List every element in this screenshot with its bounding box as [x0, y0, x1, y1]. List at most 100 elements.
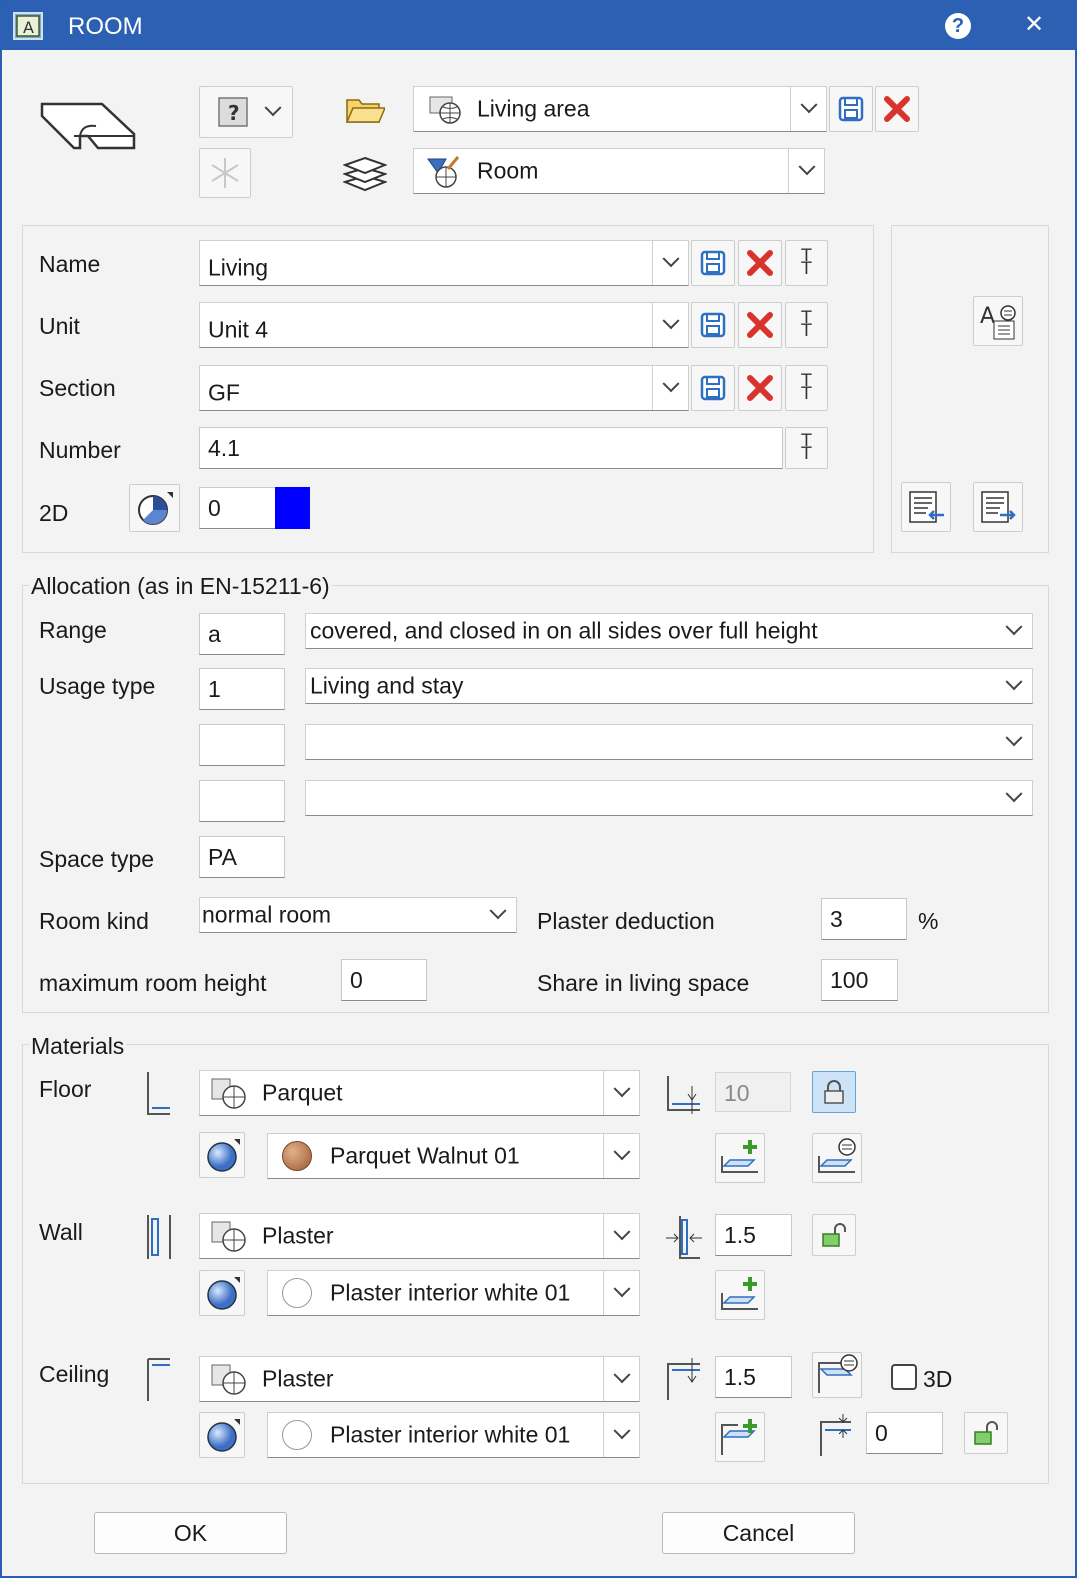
chevron-down-icon[interactable] — [996, 614, 1032, 648]
import-text-button[interactable] — [901, 482, 951, 532]
chevron-down-icon[interactable] — [652, 366, 688, 410]
chevron-down-icon[interactable] — [603, 1413, 639, 1457]
add-layer-icon — [721, 1140, 758, 1173]
threed-checkbox[interactable] — [891, 1364, 917, 1390]
save-unit-button[interactable] — [691, 302, 735, 348]
white-swatch-icon — [282, 1278, 312, 1308]
chevron-down-icon[interactable] — [790, 87, 826, 131]
save-section-button[interactable] — [691, 365, 735, 411]
help-icon[interactable]: ? — [945, 13, 971, 39]
wall-material-combo[interactable]: Plaster — [199, 1213, 640, 1259]
chevron-down-icon[interactable] — [603, 1214, 639, 1258]
ceiling-surface-settings-button[interactable] — [812, 1352, 862, 1398]
svg-text:A: A — [980, 304, 995, 329]
save-name-button[interactable] — [691, 240, 735, 286]
chevron-down-icon[interactable] — [603, 1071, 639, 1115]
help-dropdown-button[interactable]: ? — [199, 86, 293, 138]
globe-material-icon — [211, 1078, 246, 1109]
number-text-style-button[interactable]: TT — [785, 427, 828, 469]
floor-surface-settings-button[interactable] — [812, 1133, 862, 1183]
floor-add-surface-button[interactable] — [715, 1133, 765, 1183]
delete-style-button[interactable] — [875, 86, 919, 132]
wall-lock-button[interactable] — [812, 1214, 856, 1256]
floor-surface-button[interactable] — [199, 1132, 245, 1178]
close-icon[interactable]: ✕ — [1020, 11, 1048, 39]
unit-text-style-button[interactable]: TT — [785, 302, 828, 348]
chevron-down-icon[interactable] — [603, 1271, 639, 1315]
ok-button[interactable]: OK — [94, 1512, 287, 1554]
red-x-icon — [747, 375, 773, 401]
range-value: covered, and closed in on all sides over… — [310, 617, 818, 644]
floor-lock-button[interactable] — [812, 1071, 856, 1113]
wall-surface-combo[interactable]: Plaster interior white 01 — [267, 1270, 640, 1316]
twod-input[interactable]: 0 — [199, 487, 277, 529]
number-input[interactable]: 4.1 — [199, 427, 783, 469]
unit-label: Unit — [39, 313, 80, 339]
usage3-code-input[interactable] — [199, 780, 285, 822]
wall-thickness-input[interactable]: 1.5 — [715, 1214, 792, 1256]
ceiling-material-combo[interactable]: Plaster — [199, 1356, 640, 1402]
cancel-button[interactable]: Cancel — [662, 1512, 855, 1554]
chevron-down-icon[interactable] — [996, 781, 1032, 815]
range-combo[interactable]: covered, and closed in on all sides over… — [305, 613, 1033, 649]
share-living-label: Share in living space — [537, 970, 750, 996]
usage3-combo[interactable] — [305, 780, 1033, 816]
wall-surface-button[interactable] — [199, 1270, 245, 1316]
layers-icon[interactable] — [341, 152, 389, 198]
room-kind-combo[interactable]: normal room — [199, 897, 517, 933]
usage2-code-input[interactable] — [199, 724, 285, 766]
floor-surface-combo[interactable]: Parquet Walnut 01 — [267, 1133, 640, 1179]
name-text-style-button[interactable]: TT — [785, 240, 828, 286]
ceiling-side-icon — [147, 1358, 170, 1401]
ceiling-lock-button[interactable] — [964, 1412, 1008, 1454]
twod-color-swatch[interactable] — [275, 487, 310, 529]
name-combo[interactable]: Living — [199, 240, 689, 286]
folder-icon[interactable] — [345, 94, 387, 132]
layer-combo[interactable]: Room — [413, 148, 825, 194]
usage2-combo[interactable] — [305, 724, 1033, 760]
usage-code-input[interactable]: 1 — [199, 668, 285, 710]
sphere-surface-icon — [207, 1139, 240, 1172]
globe-material-icon — [211, 1364, 246, 1395]
unit-combo[interactable]: Unit 4 — [199, 302, 689, 348]
red-x-icon — [747, 250, 773, 276]
share-living-input[interactable]: 100 — [821, 959, 898, 1001]
text-parameters-button[interactable]: A — [973, 296, 1023, 346]
usage-combo[interactable]: Living and stay — [305, 668, 1033, 704]
usage-value: Living and stay — [310, 672, 464, 699]
delete-unit-button[interactable] — [738, 302, 782, 348]
chevron-down-icon[interactable] — [788, 149, 824, 193]
chevron-down-icon[interactable] — [603, 1134, 639, 1178]
style-combo[interactable]: Living area — [413, 86, 827, 132]
chevron-down-icon[interactable] — [996, 725, 1032, 759]
save-style-button[interactable] — [829, 86, 873, 132]
chevron-down-icon[interactable] — [480, 898, 516, 932]
plaster-deduction-input[interactable]: 3 — [821, 898, 907, 940]
delete-section-button[interactable] — [738, 365, 782, 411]
wall-add-surface-button[interactable] — [715, 1270, 765, 1320]
range-code-input[interactable]: a — [199, 613, 285, 655]
export-text-button[interactable] — [973, 482, 1023, 532]
floor-material-combo[interactable]: Parquet — [199, 1070, 640, 1116]
chevron-down-icon[interactable] — [652, 241, 688, 285]
floor-label: Floor — [39, 1076, 92, 1102]
ceiling-surface-combo[interactable]: Plaster interior white 01 — [267, 1412, 640, 1458]
section-text-style-button[interactable]: TT — [785, 365, 828, 411]
space-type-input[interactable]: PA — [199, 836, 285, 878]
ceiling-thickness-input[interactable]: 1.5 — [715, 1356, 792, 1398]
ceiling-add-surface-button[interactable] — [715, 1412, 765, 1462]
twod-label: 2D — [39, 500, 69, 526]
fill-style-button[interactable] — [129, 484, 180, 532]
floor-thickness-input[interactable]: 10 — [715, 1072, 791, 1112]
freeze-button[interactable] — [199, 148, 251, 198]
max-room-height-input[interactable]: 0 — [341, 959, 427, 1001]
chevron-down-icon[interactable] — [603, 1357, 639, 1401]
chevron-down-icon[interactable] — [996, 669, 1032, 703]
ceiling-surface-button[interactable] — [199, 1412, 245, 1458]
section-combo[interactable]: GF — [199, 365, 689, 411]
room-object-icon — [38, 94, 138, 160]
chevron-down-icon[interactable] — [652, 303, 688, 347]
ceiling-offset-input[interactable]: 0 — [866, 1412, 943, 1454]
unit-value: Unit 4 — [208, 316, 269, 343]
delete-name-button[interactable] — [738, 240, 782, 286]
